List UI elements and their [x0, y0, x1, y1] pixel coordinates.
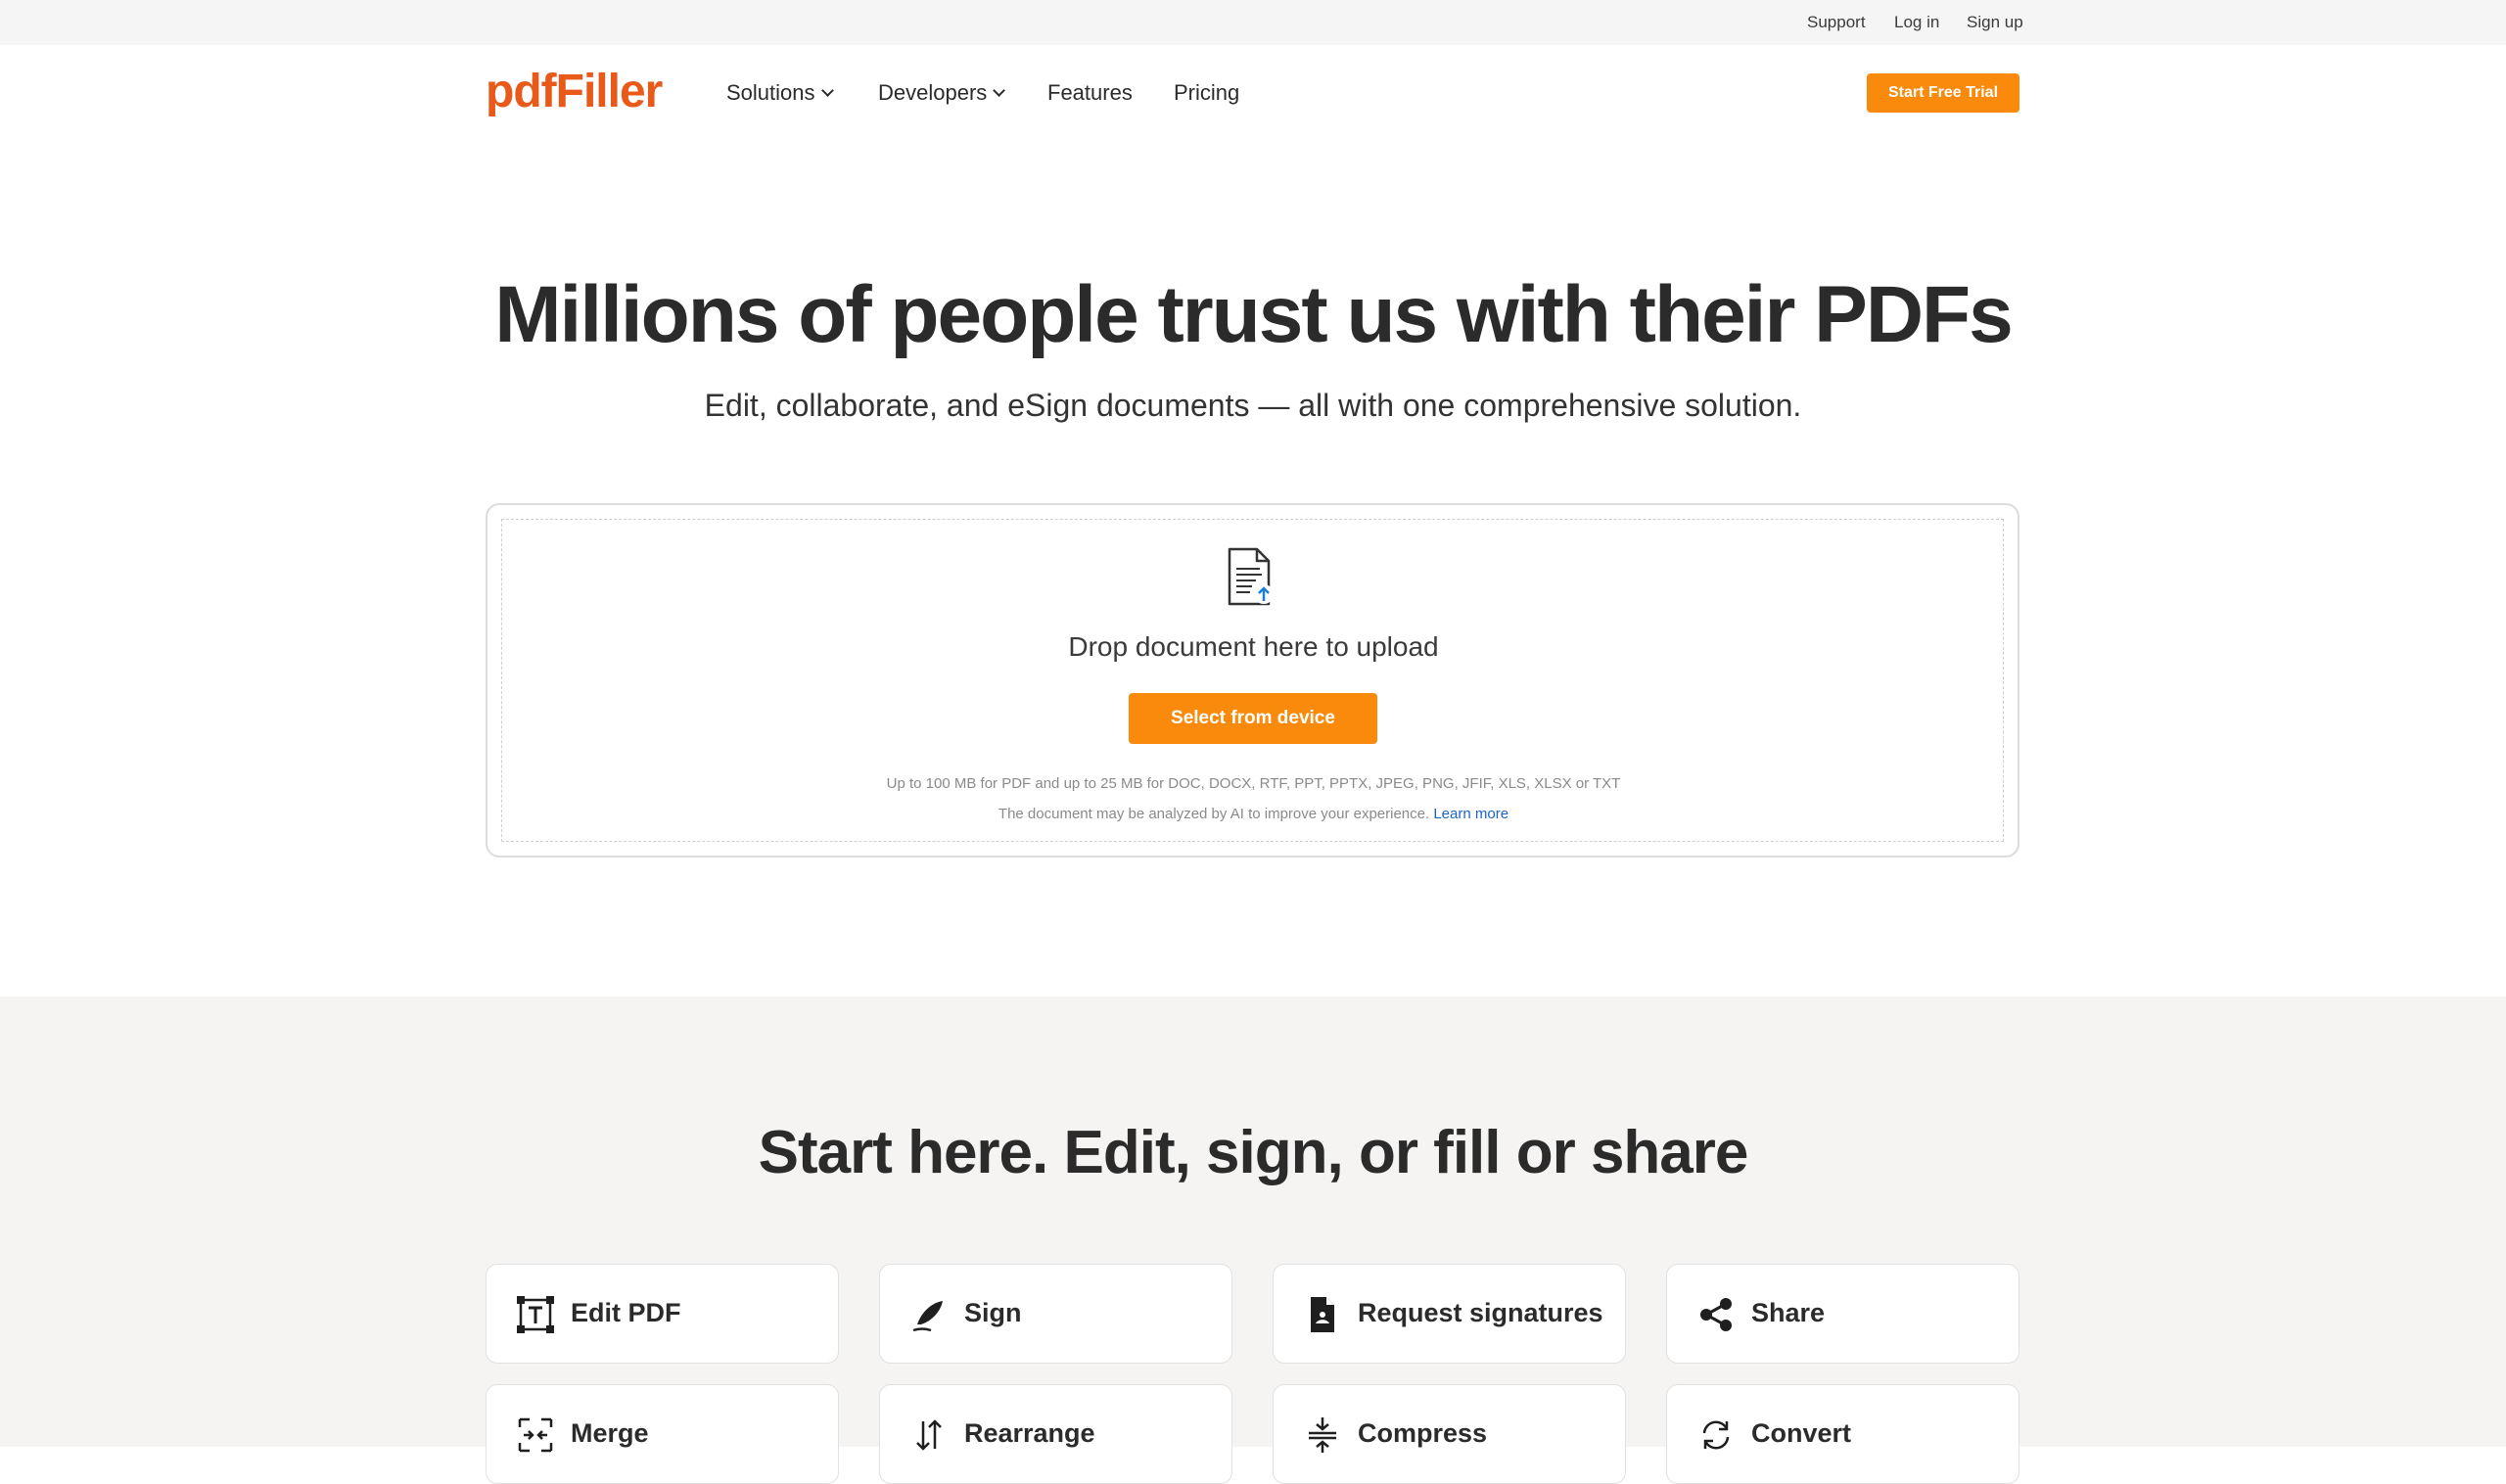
edit-pdf-label: Edit PDF	[571, 1298, 681, 1327]
sign-label: Sign	[964, 1298, 1022, 1327]
compress-label: Compress	[1358, 1418, 1488, 1448]
nav-features[interactable]: Features	[1047, 80, 1133, 106]
rearrange-card[interactable]: Rearrange	[879, 1384, 1232, 1484]
nav-solutions[interactable]: Solutions	[726, 80, 834, 106]
features-title: Start here. Edit, sign, or fill or share	[758, 1119, 1749, 1186]
upload-dropzone[interactable]: Drop document here to upload Select from…	[501, 519, 2004, 842]
request-signatures-card[interactable]: Request signatures	[1273, 1264, 1626, 1364]
document-upload-icon	[1228, 547, 1274, 606]
login-link[interactable]: Log in	[1894, 13, 1939, 32]
merge-icon	[518, 1417, 553, 1453]
hero-title: Millions of people trust us with their P…	[494, 270, 2014, 359]
share-icon	[1700, 1298, 1732, 1331]
rearrange-label: Rearrange	[964, 1418, 1095, 1448]
ai-note-text: The document may be analyzed by AI to im…	[998, 806, 1430, 822]
select-from-device-button[interactable]: Select from device	[1129, 693, 1377, 744]
utility-bar: Support Log in Sign up	[0, 0, 2506, 45]
edit-text-icon	[517, 1296, 554, 1333]
support-link[interactable]: Support	[1807, 13, 1866, 32]
merge-label: Merge	[571, 1418, 649, 1448]
upload-panel: Drop document here to upload Select from…	[486, 503, 2019, 858]
share-card[interactable]: Share	[1666, 1264, 2019, 1364]
chevron-down-icon	[820, 84, 834, 97]
chevron-down-icon	[993, 84, 1006, 97]
hero-subtitle: Edit, collaborate, and eSign documents —…	[704, 388, 1802, 423]
ai-analysis-note: The document may be analyzed by AI to im…	[502, 806, 2005, 822]
nav-pricing[interactable]: Pricing	[1174, 80, 1239, 106]
convert-label: Convert	[1751, 1418, 1852, 1448]
merge-card[interactable]: Merge	[486, 1384, 839, 1484]
compress-icon	[1309, 1417, 1336, 1453]
nav-pricing-label: Pricing	[1174, 80, 1240, 105]
convert-icon	[1702, 1420, 1730, 1450]
start-free-trial-button[interactable]: Start Free Trial	[1867, 73, 2019, 113]
signup-link[interactable]: Sign up	[1967, 13, 2023, 32]
request-signatures-label: Request signatures	[1358, 1298, 1603, 1327]
edit-pdf-card[interactable]: Edit PDF	[486, 1264, 839, 1364]
nav-features-label: Features	[1047, 80, 1133, 105]
compress-card[interactable]: Compress	[1273, 1384, 1626, 1484]
upload-limits-note: Up to 100 MB for PDF and up to 25 MB for…	[886, 775, 1621, 792]
share-label: Share	[1751, 1298, 1826, 1327]
learn-more-link[interactable]: Learn more	[1433, 806, 1508, 822]
rearrange-icon	[916, 1419, 942, 1451]
sign-card[interactable]: Sign	[879, 1264, 1232, 1364]
nav-developers-label: Developers	[878, 80, 988, 105]
drop-instruction: Drop document here to upload	[1068, 631, 1439, 662]
signature-request-icon	[1311, 1297, 1334, 1332]
features-section	[0, 997, 2506, 1447]
pen-nib-icon	[912, 1301, 943, 1332]
pdffiller-logo[interactable]: pdfFiller	[486, 65, 663, 118]
convert-card[interactable]: Convert	[1666, 1384, 2019, 1484]
nav-solutions-label: Solutions	[726, 80, 815, 105]
nav-developers[interactable]: Developers	[878, 80, 1006, 106]
